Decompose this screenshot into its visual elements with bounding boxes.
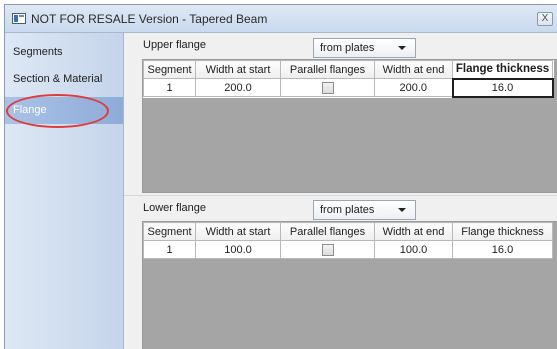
- cell-flange-thickness[interactable]: 16.0: [451, 77, 554, 98]
- close-button[interactable]: X: [537, 12, 553, 26]
- table-header-row: Segment Width at start Parallel flanges …: [143, 60, 553, 79]
- table-row: 1 100.0 100.0 16.0: [143, 240, 553, 259]
- section-divider: [124, 195, 557, 196]
- sidebar-item-label: Section & Material: [13, 73, 103, 85]
- cell-segment[interactable]: 1: [143, 240, 196, 259]
- sidebar-item-label: Segments: [13, 46, 63, 58]
- upper-flange-grid: Segment Width at start Parallel flanges …: [142, 59, 557, 193]
- lower-flange-source-value: from plates: [320, 204, 375, 216]
- tapered-beam-window: NOT FOR RESALE Version - Tapered Beam X …: [4, 4, 557, 349]
- title-bar[interactable]: NOT FOR RESALE Version - Tapered Beam X: [5, 5, 557, 33]
- upper-flange-source-select[interactable]: from plates: [313, 38, 416, 58]
- cell-flange-thickness[interactable]: 16.0: [452, 240, 553, 259]
- column-header-parallel-flanges[interactable]: Parallel flanges: [280, 60, 375, 79]
- lower-flange-source-select[interactable]: from plates: [313, 200, 416, 220]
- cell-parallel-flanges[interactable]: [280, 240, 375, 259]
- column-header-width-end[interactable]: Width at end: [374, 60, 453, 79]
- column-header-width-start[interactable]: Width at start: [195, 222, 281, 241]
- column-header-flange-thickness[interactable]: Flange thickness: [452, 60, 553, 79]
- column-header-segment[interactable]: Segment: [143, 222, 196, 241]
- highlight-ellipse: [6, 94, 109, 128]
- column-header-width-end[interactable]: Width at end: [374, 222, 453, 241]
- chevron-down-icon: [398, 46, 406, 50]
- cell-width-start[interactable]: 200.0: [195, 78, 281, 97]
- lower-flange-grid: Segment Width at start Parallel flanges …: [142, 221, 557, 349]
- sidebar-item-segments[interactable]: Segments: [5, 39, 123, 66]
- upper-flange-label: Upper flange: [143, 39, 206, 51]
- cell-width-end[interactable]: 200.0: [374, 78, 453, 97]
- column-header-segment[interactable]: Segment: [143, 60, 196, 79]
- parallel-flanges-checkbox[interactable]: [321, 243, 334, 256]
- upper-flange-source-value: from plates: [320, 42, 375, 54]
- cell-parallel-flanges[interactable]: [280, 78, 375, 97]
- cell-width-end[interactable]: 100.0: [374, 240, 453, 259]
- cell-segment[interactable]: 1: [143, 78, 196, 97]
- app-window-icon: [12, 13, 26, 24]
- sidebar: Segments Section & Material Flange: [5, 33, 124, 349]
- chevron-down-icon: [398, 208, 406, 212]
- window-title: NOT FOR RESALE Version - Tapered Beam: [31, 12, 268, 26]
- table-header-row: Segment Width at start Parallel flanges …: [143, 222, 553, 241]
- lower-flange-label: Lower flange: [143, 202, 206, 214]
- table-row: 1 200.0 200.0 16.0: [143, 77, 554, 98]
- column-header-flange-thickness[interactable]: Flange thickness: [452, 222, 553, 241]
- parallel-flanges-checkbox[interactable]: [321, 81, 334, 94]
- column-header-parallel-flanges[interactable]: Parallel flanges: [280, 222, 375, 241]
- column-header-width-start[interactable]: Width at start: [195, 60, 281, 79]
- sidebar-item-section-material[interactable]: Section & Material: [5, 66, 123, 93]
- cell-width-start[interactable]: 100.0: [195, 240, 281, 259]
